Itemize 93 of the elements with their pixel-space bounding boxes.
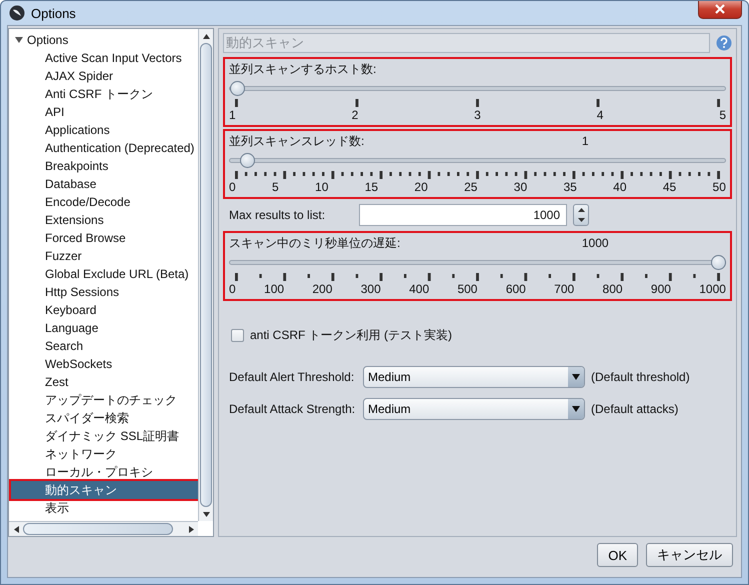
field-label: Default Attack Strength:	[229, 402, 356, 416]
slider-track[interactable]	[229, 152, 726, 169]
scroll-down-icon[interactable]	[202, 512, 210, 516]
dialog-button[interactable]: OK	[597, 543, 638, 567]
tree-item[interactable]: ダイナミック SSL証明書	[45, 427, 180, 445]
tree-item[interactable]: Forced Browse	[45, 229, 126, 247]
slider-thumb[interactable]	[240, 153, 255, 168]
tick-label: 100	[264, 282, 284, 296]
close-button[interactable]	[698, 1, 742, 19]
scroll-up-icon[interactable]	[202, 34, 210, 38]
tree-item[interactable]: スパイダー検索	[45, 409, 129, 427]
tick-label: 20	[414, 180, 428, 194]
dialog-button[interactable]: キャンセル	[646, 543, 733, 567]
checkbox-label: anti CSRF トークン利用 (テスト実装)	[250, 327, 452, 344]
tree-item[interactable]: Language	[45, 319, 98, 337]
scroll-left-icon[interactable]	[14, 526, 18, 532]
tree-item[interactable]: Encode/Decode	[45, 193, 130, 211]
slider-thumb[interactable]	[711, 255, 726, 270]
dropdown-arrow-icon	[572, 374, 580, 380]
tree-item[interactable]: 動的スキャン	[11, 481, 198, 499]
window-title: Options	[31, 6, 77, 20]
tick-label: 1	[229, 108, 236, 122]
hint-text: (Default threshold)	[591, 370, 690, 384]
tree-item[interactable]: Http Sessions	[45, 283, 120, 301]
tick-label: 40	[613, 180, 627, 194]
tick-label: 200	[312, 282, 332, 296]
slider-label: 並列スキャンスレッド数:	[229, 132, 364, 150]
dropdown[interactable]: Medium	[363, 366, 585, 388]
tick-label: 0	[229, 282, 236, 296]
slider-value: 1000	[582, 236, 609, 250]
slider-thumb[interactable]	[230, 81, 245, 96]
tick-label: 800	[602, 282, 623, 296]
tick-label: 35	[563, 180, 577, 194]
tree-item[interactable]: Keyboard	[45, 301, 96, 319]
tree-item[interactable]: Authentication (Deprecated)	[45, 139, 194, 157]
slider-label: スキャン中のミリ秒単位の遅延:	[229, 234, 400, 252]
tree-item[interactable]: Active Scan Input Vectors	[45, 49, 182, 67]
tick-label: 45	[662, 180, 676, 194]
tree-item[interactable]: ネットワーク	[45, 445, 117, 463]
tick-label: 15	[364, 180, 378, 194]
tree-item[interactable]: WebSockets	[45, 355, 112, 373]
tick-label: 2	[352, 108, 358, 122]
panel-title: 動的スキャン	[223, 33, 710, 53]
number-field[interactable]: 1000	[359, 204, 568, 226]
tick-label: 5	[719, 108, 726, 122]
tick-label: 900	[650, 282, 671, 296]
tick-label: 30	[514, 180, 528, 194]
slider-label: 並列スキャンするホスト数:	[229, 60, 376, 78]
tick-label: 25	[464, 180, 478, 194]
tick-label: 4	[596, 108, 604, 122]
field-label: Max results to list:	[229, 208, 326, 222]
hint-text: (Default attacks)	[591, 402, 678, 416]
tree-item[interactable]: Fuzzer	[45, 247, 82, 265]
tree-item[interactable]: Extensions	[45, 211, 104, 229]
help-icon[interactable]	[716, 35, 732, 51]
tree-item[interactable]: ローカル・プロキシ	[45, 463, 153, 481]
tree-item[interactable]: Anti CSRF トークン	[45, 85, 154, 103]
vertical-scrollbar[interactable]	[198, 29, 213, 521]
dropdown[interactable]: Medium	[363, 398, 585, 420]
field-label: Default Alert Threshold:	[229, 370, 356, 384]
tree-item[interactable]: Applications	[45, 121, 110, 139]
scroll-right-icon[interactable]	[188, 526, 194, 532]
tree-item[interactable]: Breakpoints	[45, 157, 108, 175]
expand-arrow-icon[interactable]	[15, 36, 23, 44]
tree-item[interactable]: Search	[45, 337, 84, 355]
tick-label: 3	[474, 108, 481, 122]
tree-item[interactable]: Zest	[45, 373, 68, 391]
tick-label: 5	[272, 180, 279, 194]
tree-item[interactable]: Options	[27, 31, 68, 49]
dropdown-arrow-icon	[572, 406, 580, 412]
tick-label: 500	[457, 282, 478, 296]
close-icon	[715, 4, 725, 14]
tick-label: 0	[229, 180, 236, 194]
tree-item[interactable]: アップデートのチェック	[45, 391, 177, 409]
tick-label: 10	[315, 180, 328, 194]
tree-item[interactable]: AJAX Spider	[45, 67, 114, 85]
tree-item[interactable]: Global Exclude URL (Beta)	[45, 265, 189, 283]
tick-label: 1000	[699, 282, 726, 296]
tree-item[interactable]: Database	[45, 175, 96, 193]
app-logo-icon	[9, 5, 25, 21]
tick-label: 700	[554, 282, 574, 296]
tick-label: 50	[712, 180, 726, 194]
slider-track[interactable]	[229, 254, 726, 271]
spinner-buttons[interactable]	[573, 204, 590, 226]
tick-label: 400	[409, 282, 430, 296]
tree-item[interactable]: 表示	[45, 499, 69, 517]
tree-item[interactable]: API	[45, 103, 64, 121]
slider-value: 1	[582, 134, 589, 148]
checkbox[interactable]	[231, 329, 244, 342]
tick-label: 600	[506, 282, 526, 296]
horizontal-scrollbar[interactable]	[9, 521, 198, 536]
tick-label: 300	[360, 282, 381, 296]
slider-track[interactable]	[229, 80, 726, 97]
